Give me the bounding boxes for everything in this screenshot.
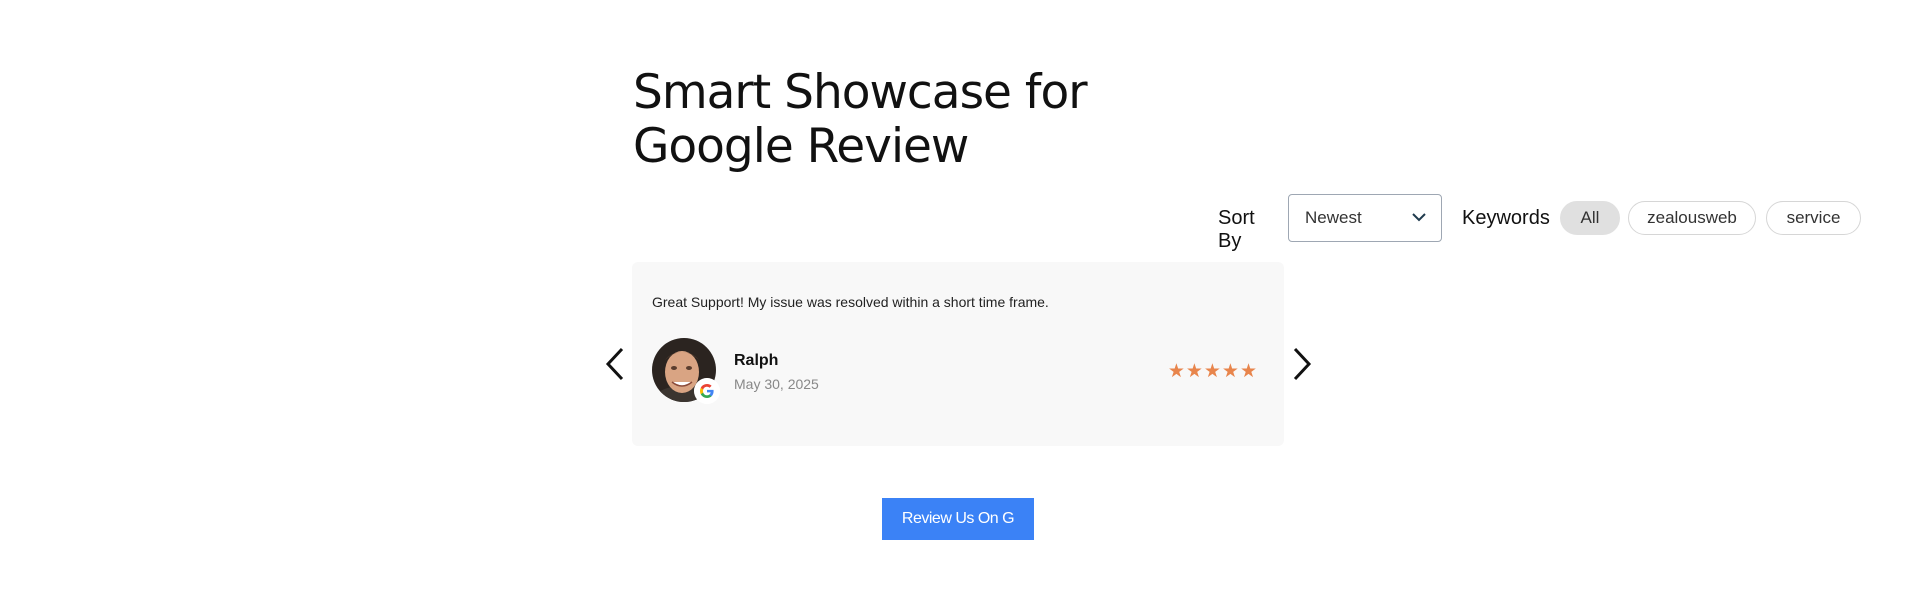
review-text: Great Support! My issue was resolved wit… xyxy=(652,294,1049,310)
review-card: Great Support! My issue was resolved wit… xyxy=(632,262,1284,446)
sort-select[interactable]: Newest xyxy=(1288,194,1442,242)
review-us-button[interactable]: Review Us On G xyxy=(882,498,1034,540)
chevron-down-icon xyxy=(1412,213,1426,222)
chevron-left-icon[interactable] xyxy=(604,346,626,382)
page-title-line-1: Smart Showcase for xyxy=(633,65,1088,120)
keyword-pill-all[interactable]: All xyxy=(1560,201,1620,235)
page-title-line-2: Google Review xyxy=(633,119,969,174)
chevron-right-icon[interactable] xyxy=(1291,346,1313,382)
sort-label: Sort By xyxy=(1218,207,1255,252)
page-title: Smart Showcase for Google Review xyxy=(633,66,1193,174)
keyword-pill-zealousweb[interactable]: zealousweb xyxy=(1628,201,1756,235)
sort-selected-value: Newest xyxy=(1305,208,1362,227)
keywords-label: Keywords xyxy=(1462,207,1550,229)
reviewer-avatar-wrap xyxy=(652,338,720,404)
google-icon xyxy=(694,378,720,404)
keyword-pill-service[interactable]: service xyxy=(1766,201,1861,235)
star-rating: ★★★★★ xyxy=(1167,361,1258,382)
review-date: May 30, 2025 xyxy=(734,376,819,392)
reviewer-name: Ralph xyxy=(734,352,779,369)
